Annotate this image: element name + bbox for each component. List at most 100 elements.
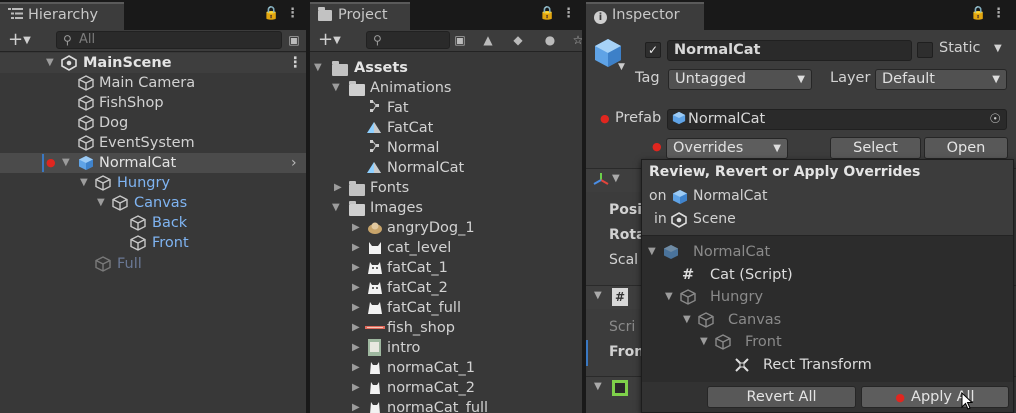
hierarchy-item-eventsystem[interactable]: EventSystem bbox=[0, 133, 306, 153]
override-tree-root[interactable]: ▼ NormalCat bbox=[642, 242, 1013, 262]
open-button[interactable]: Open bbox=[924, 137, 1008, 159]
hierarchy-item-canvas[interactable]: ▼ Canvas bbox=[0, 193, 306, 213]
lock-icon[interactable]: 🔒 bbox=[539, 6, 555, 21]
override-tree-cat-script[interactable]: # Cat (Script) bbox=[642, 265, 1013, 285]
revert-all-button[interactable]: Revert All bbox=[707, 386, 856, 408]
override-tree-rect-transform[interactable]: Rect Transform bbox=[642, 355, 1013, 375]
scene-menu-icon[interactable]: ⋮ bbox=[288, 53, 303, 73]
hierarchy-item-back[interactable]: Back bbox=[0, 213, 306, 233]
lock-icon[interactable]: 🔒 bbox=[263, 6, 279, 21]
hierarchy-item-hungry[interactable]: ▼ Hungry bbox=[0, 173, 306, 193]
project-item-normacat-full[interactable]: ▶ normaCat_full bbox=[310, 398, 582, 413]
icon-dropdown-icon[interactable]: ▼ bbox=[618, 62, 625, 72]
hierarchy-item-normalcat[interactable]: ● ▼ NormalCat › bbox=[0, 153, 306, 173]
expand-arrow-icon[interactable]: ▼ bbox=[332, 198, 340, 218]
collapse-arrow-icon[interactable]: ▶ bbox=[352, 238, 360, 258]
hierarchy-item-dog[interactable]: Dog bbox=[0, 113, 306, 133]
project-item-normacat-1[interactable]: ▶ normaCat_1 bbox=[310, 358, 582, 378]
override-tree-canvas[interactable]: ▼ Canvas bbox=[642, 310, 1013, 330]
collapse-arrow-icon[interactable]: ▶ bbox=[352, 318, 360, 338]
collapse-arrow-icon[interactable]: ▼ bbox=[594, 290, 602, 301]
hierarchy-search-input[interactable]: ⚲ All bbox=[56, 31, 282, 49]
prefab-asset-field[interactable]: NormalCat ☉ bbox=[667, 109, 1007, 130]
collapse-arrow-icon[interactable]: ▶ bbox=[352, 378, 360, 398]
project-item-normalcat-anim[interactable]: NormalCat bbox=[310, 158, 582, 178]
project-item-fatcat-2[interactable]: ▶ fatCat_2 bbox=[310, 278, 582, 298]
project-item-fatcat-1[interactable]: ▶ fatCat_1 bbox=[310, 258, 582, 278]
scene-row[interactable]: ▼ MainScene ⋮ bbox=[0, 53, 306, 73]
object-picker-icon[interactable]: ☉ bbox=[989, 110, 1001, 129]
hierarchy-item-fishshop[interactable]: FishShop bbox=[0, 93, 306, 113]
project-item-fatcat-full[interactable]: ▶ fatCat_full bbox=[310, 298, 582, 318]
project-item-fonts[interactable]: ▶ Fonts bbox=[310, 178, 582, 198]
folder-icon bbox=[318, 7, 333, 23]
kebab-menu-icon[interactable]: ⋮ bbox=[562, 6, 575, 21]
expand-arrow-icon[interactable]: ▼ bbox=[314, 58, 322, 78]
kebab-menu-icon[interactable]: ⋮ bbox=[992, 6, 1005, 21]
collapse-arrow-icon[interactable]: ▶ bbox=[352, 278, 360, 298]
static-checkbox[interactable] bbox=[917, 42, 933, 58]
search-scope-icon[interactable]: ▣ bbox=[450, 31, 470, 50]
kebab-menu-icon[interactable]: ⋮ bbox=[286, 6, 299, 21]
project-item-fish-shop[interactable]: ▶ fish_shop bbox=[310, 318, 582, 338]
tab-inspector[interactable]: i Inspector bbox=[586, 2, 704, 30]
override-tree-hungry[interactable]: ▼ Hungry bbox=[642, 287, 1013, 307]
layer-dropdown[interactable]: Default ▼ bbox=[875, 69, 1007, 90]
filter-by-label-icon[interactable]: ◆ bbox=[508, 31, 528, 50]
expand-arrow-icon[interactable]: ▼ bbox=[648, 242, 656, 262]
hierarchy-item-main-camera[interactable]: Main Camera bbox=[0, 73, 306, 93]
expand-arrow-icon[interactable]: ▼ bbox=[62, 153, 70, 173]
star-icon[interactable]: ☆ bbox=[568, 31, 582, 50]
expand-arrow-icon[interactable]: ▼ bbox=[700, 332, 708, 352]
project-item-assets[interactable]: ▼ Assets bbox=[310, 58, 582, 78]
static-dropdown-icon[interactable]: ▼ bbox=[994, 43, 1002, 54]
project-item-fat[interactable]: Fat bbox=[310, 98, 582, 118]
select-button[interactable]: Select bbox=[830, 137, 921, 159]
create-dropdown-button[interactable]: +▼ bbox=[8, 30, 31, 51]
in-value: Scene bbox=[693, 211, 736, 227]
tab-project[interactable]: Project bbox=[310, 2, 410, 30]
chevron-right-icon[interactable]: › bbox=[291, 153, 297, 173]
project-item-normacat-2[interactable]: ▶ normaCat_2 bbox=[310, 378, 582, 398]
project-item-intro[interactable]: ▶ intro bbox=[310, 338, 582, 358]
collapse-arrow-icon[interactable]: ▼ bbox=[612, 173, 620, 184]
expand-arrow-icon[interactable]: ▼ bbox=[46, 53, 54, 73]
lock-icon[interactable]: 🔒 bbox=[970, 6, 986, 21]
project-item-normal[interactable]: Normal bbox=[310, 138, 582, 158]
project-item-images[interactable]: ▼ Images bbox=[310, 198, 582, 218]
collapse-arrow-icon[interactable]: ▶ bbox=[334, 178, 342, 198]
collapse-arrow-icon[interactable]: ▼ bbox=[594, 381, 602, 392]
script-icon: # bbox=[682, 267, 695, 283]
project-search-input[interactable]: ⚲ bbox=[366, 31, 450, 49]
collapse-arrow-icon[interactable]: ▶ bbox=[352, 338, 360, 358]
collapse-arrow-icon[interactable]: ▶ bbox=[352, 218, 360, 238]
scene-visibility-icon[interactable]: ▣ bbox=[284, 31, 304, 50]
filter-by-type-icon[interactable]: ▲ bbox=[478, 31, 498, 50]
project-item-fatcat[interactable]: FatCat bbox=[310, 118, 582, 138]
active-checkbox[interactable]: ✓ bbox=[645, 42, 661, 58]
collapse-arrow-icon[interactable]: ▶ bbox=[352, 398, 360, 413]
project-item-angrydog[interactable]: ▶ angryDog_1 bbox=[310, 218, 582, 238]
overrides-popup: Review, Revert or Apply Overrides on Nor… bbox=[641, 159, 1014, 413]
object-name-field[interactable]: NormalCat bbox=[667, 40, 912, 61]
project-item-cat-level[interactable]: ▶ cat_level bbox=[310, 238, 582, 258]
collapse-arrow-icon[interactable]: ▶ bbox=[352, 258, 360, 278]
hierarchy-item-full[interactable]: Full bbox=[0, 254, 306, 274]
create-dropdown-button[interactable]: +▼ bbox=[318, 30, 341, 51]
expand-arrow-icon[interactable]: ▼ bbox=[683, 310, 691, 330]
hierarchy-item-front[interactable]: Front bbox=[0, 233, 306, 253]
expand-arrow-icon[interactable]: ▼ bbox=[665, 287, 673, 307]
expand-arrow-icon[interactable]: ▼ bbox=[97, 193, 105, 213]
tag-dropdown[interactable]: Untagged ▼ bbox=[668, 69, 812, 90]
expand-arrow-icon[interactable]: ▼ bbox=[332, 78, 340, 98]
search-placeholder: All bbox=[79, 32, 96, 47]
override-tree-front[interactable]: ▼ Front bbox=[642, 332, 1013, 352]
hidden-packages-icon[interactable]: ● bbox=[540, 31, 560, 50]
overrides-dropdown[interactable]: Overrides ▼ bbox=[666, 138, 788, 159]
expand-arrow-icon[interactable]: ▼ bbox=[80, 173, 88, 193]
collapse-arrow-icon[interactable]: ▶ bbox=[352, 298, 360, 318]
collapse-arrow-icon[interactable]: ▶ bbox=[352, 358, 360, 378]
apply-all-button[interactable]: ● Apply All bbox=[861, 386, 1009, 408]
tab-hierarchy[interactable]: Hierarchy bbox=[0, 2, 124, 30]
project-item-animations[interactable]: ▼ Animations bbox=[310, 78, 582, 98]
